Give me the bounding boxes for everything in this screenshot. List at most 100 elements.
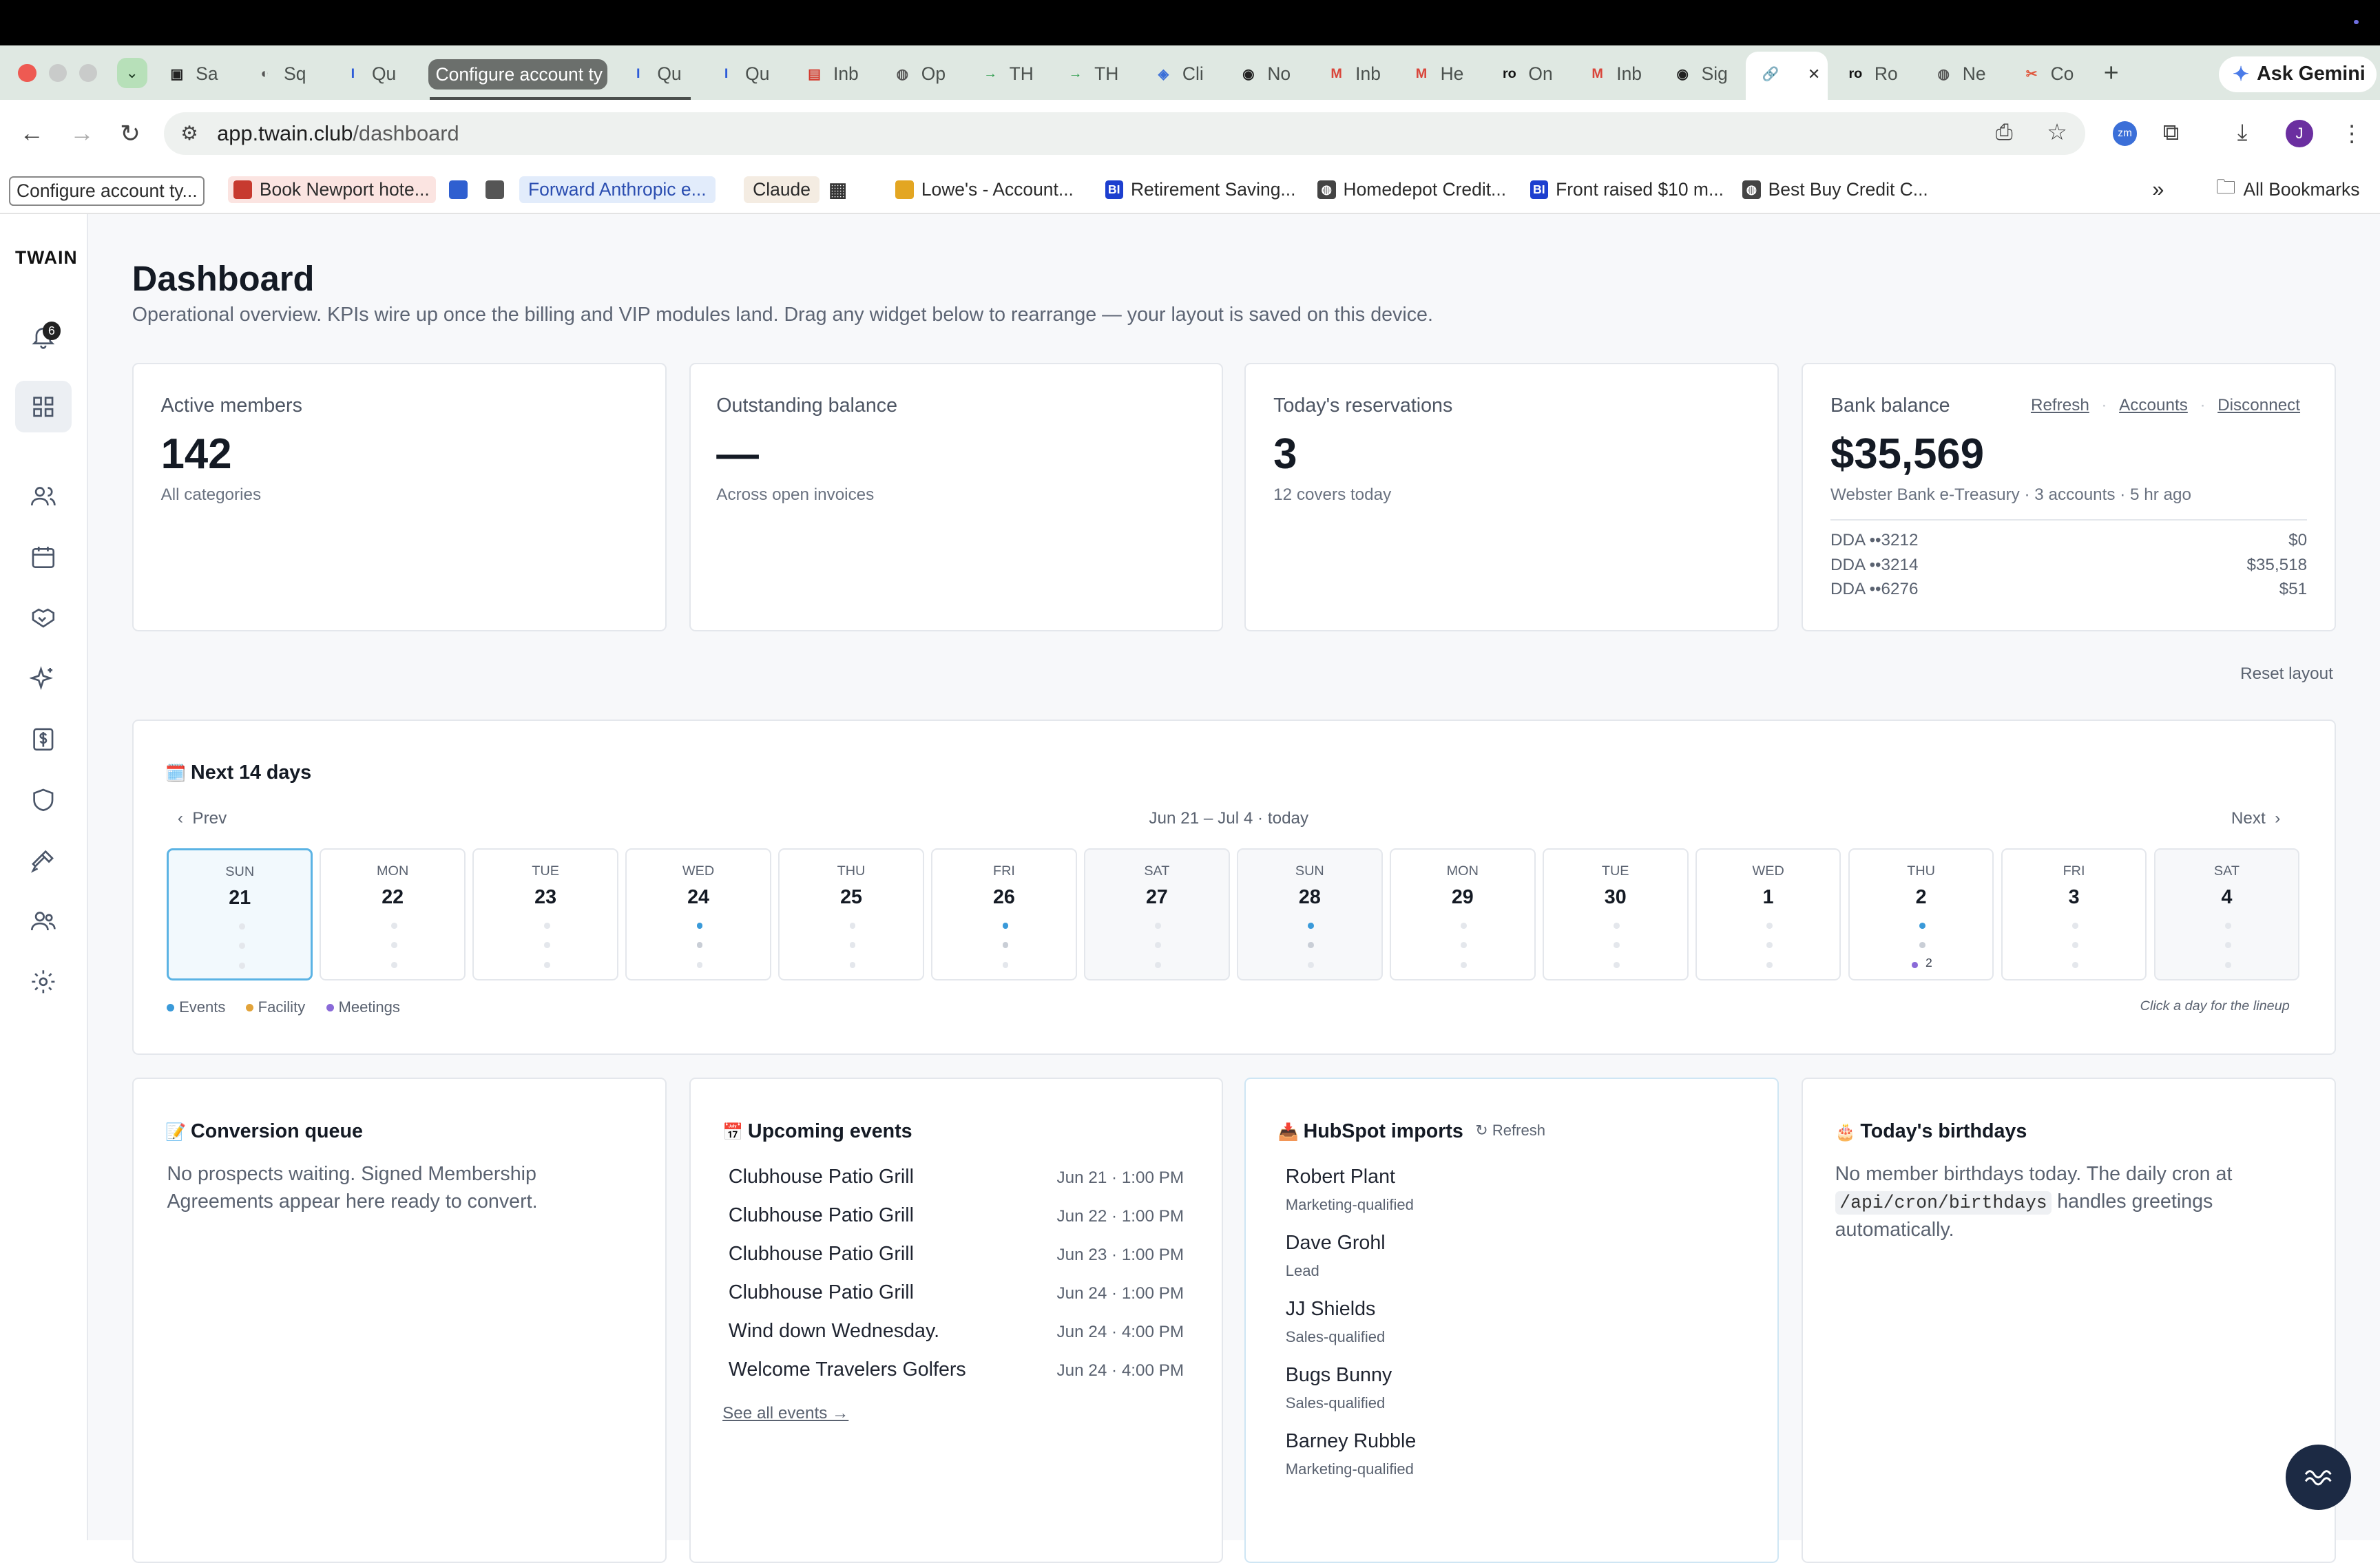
bookmarks-overflow-button[interactable]: » — [2152, 176, 2164, 204]
calendar-day[interactable]: FRI 3 — [2001, 848, 2147, 980]
close-window-button[interactable] — [18, 63, 36, 82]
conversion-queue-widget[interactable] — [132, 1077, 667, 1563]
downloads-icon[interactable]: ⤓ — [2237, 120, 2248, 146]
tab[interactable]: ✂ Co — [2022, 58, 2095, 91]
tab[interactable]: M He — [1412, 58, 1485, 91]
tab[interactable]: ▣ Sa — [167, 58, 240, 91]
bookmark-item[interactable] — [486, 176, 511, 204]
event-row[interactable]: Clubhouse Patio Grill Jun 24 · 1:00 PM — [729, 1281, 1184, 1304]
tab[interactable]: I Qu — [716, 58, 789, 91]
close-tab-icon[interactable]: ✕ — [1808, 65, 1820, 83]
tab[interactable]: I Qu — [628, 58, 701, 91]
bookmark-item[interactable]: ▦ — [828, 176, 854, 204]
install-app-icon[interactable]: ⎙ — [1996, 120, 2013, 145]
event-row[interactable]: Wind down Wednesday. Jun 24 · 4:00 PM — [729, 1320, 1184, 1343]
tab[interactable]: → TH — [1065, 58, 1138, 91]
calendar-day[interactable]: SAT 4 — [2153, 848, 2300, 980]
bookmark-star-icon[interactable]: ☆ — [2047, 118, 2067, 146]
calendar-day[interactable]: SUN 21 — [167, 848, 313, 980]
calendar-day[interactable]: THU 25 — [778, 848, 924, 980]
tab[interactable]: ◉ No — [1238, 58, 1311, 91]
reset-layout-button[interactable]: Reset layout — [2240, 664, 2333, 684]
bookmark-item[interactable]: Lowe's - Account... — [895, 176, 1074, 204]
reload-icon[interactable]: ↻ — [120, 120, 140, 148]
calendar-day[interactable]: FRI 26 — [931, 848, 1077, 980]
calendar-day[interactable]: WED 1 — [1695, 848, 1841, 980]
app-logo[interactable]: TWAIN — [15, 247, 78, 269]
sidebar-item-settings[interactable] — [15, 956, 72, 1008]
tab[interactable]: ◈ Cli — [1154, 58, 1226, 91]
bookmark-item[interactable]: Claude — [743, 176, 820, 204]
birthdays-widget[interactable] — [1802, 1077, 2336, 1563]
tab-active[interactable]: Configure account ty — [428, 59, 607, 90]
sidebar-item-staff[interactable] — [15, 895, 72, 947]
tab[interactable]: ro On — [1500, 58, 1573, 91]
tab[interactable]: I Qu — [343, 58, 416, 91]
sidebar-item-ai[interactable] — [15, 653, 72, 704]
zoom-extension-icon[interactable]: zm — [2112, 121, 2138, 146]
calendar-day[interactable]: THU 2 2 — [1848, 848, 1994, 980]
calendar-day[interactable]: TUE 23 — [472, 848, 618, 980]
sidebar-item-dashboard[interactable] — [15, 381, 72, 433]
contact-name[interactable]: Bugs Bunny — [1286, 1364, 1392, 1387]
site-info-icon[interactable]: ⚙ — [180, 121, 198, 145]
back-icon[interactable]: ← — [20, 120, 44, 147]
calendar-day[interactable]: SAT 27 — [1084, 848, 1230, 980]
bookmark-item[interactable]: Configure account ty... — [9, 176, 205, 207]
contact-name[interactable]: Robert Plant — [1286, 1166, 1395, 1188]
contact-name[interactable]: JJ Shields — [1286, 1298, 1376, 1321]
bank-refresh-link[interactable]: Refresh — [2031, 396, 2089, 415]
notifications-button[interactable] — [15, 311, 72, 363]
contact-name[interactable]: Dave Grohl — [1286, 1232, 1386, 1255]
event-row[interactable]: Clubhouse Patio Grill Jun 22 · 1:00 PM — [729, 1204, 1184, 1227]
event-row[interactable]: Clubhouse Patio Grill Jun 21 · 1:00 PM — [729, 1166, 1184, 1188]
tab[interactable]: ro Ro — [1846, 58, 1919, 91]
tab[interactable]: ◐ Sq — [255, 58, 328, 91]
bookmark-item[interactable]: BI Retirement Saving... — [1105, 176, 1295, 204]
ask-gemini-button[interactable]: ✦ Ask Gemini — [2219, 56, 2377, 93]
contact-name[interactable]: Barney Rubble — [1286, 1430, 1416, 1453]
tab[interactable]: ◍ Ne — [1934, 58, 2007, 91]
calendar-day[interactable]: SUN 28 — [1237, 848, 1383, 980]
address-bar[interactable]: ⚙ app.twain.club/dashboard ⎙ ☆ — [164, 112, 2086, 155]
calendar-day[interactable]: MON 29 — [1389, 848, 1536, 980]
tab[interactable]: M Inb — [1587, 58, 1660, 91]
forward-icon[interactable]: → — [70, 120, 94, 147]
sidebar-item-partners[interactable] — [15, 592, 72, 644]
all-bookmarks-button[interactable]: 🗀 All Bookmarks — [2216, 176, 2360, 204]
new-tab-button[interactable]: + — [2104, 58, 2119, 87]
calendar-prev-button[interactable]: ‹ Prev — [178, 809, 227, 828]
tab[interactable]: ▤ Inb — [804, 58, 877, 91]
support-chat-button[interactable] — [2286, 1445, 2351, 1510]
browser-menu-icon[interactable]: ⋮ — [2341, 120, 2363, 147]
calendar-day[interactable]: MON 22 — [320, 848, 466, 980]
bank-disconnect-link[interactable]: Disconnect — [2217, 396, 2300, 415]
event-row[interactable]: Welcome Travelers Golfers Jun 24 · 4:00 P… — [729, 1359, 1184, 1381]
bank-accounts-link[interactable]: Accounts — [2119, 396, 2188, 415]
bookmark-item[interactable]: Forward Anthropic e... — [519, 176, 716, 204]
sidebar-item-security[interactable] — [15, 774, 72, 826]
bookmark-item[interactable]: ◍ Homedepot Credit... — [1317, 176, 1506, 204]
calendar-day[interactable]: TUE 30 — [1542, 848, 1689, 980]
tab[interactable]: ◉ Sig — [1673, 58, 1746, 91]
bookmark-item[interactable] — [449, 176, 474, 204]
bookmark-item[interactable]: BI Front raised $10 m... — [1530, 176, 1724, 204]
minimize-window-button[interactable] — [48, 63, 67, 82]
tab[interactable]: 🔗 ✕ — [1761, 58, 1828, 91]
hubspot-refresh-button[interactable]: ↻ Refresh — [1475, 1122, 1545, 1140]
bookmark-item[interactable]: Book Newport hote... — [227, 176, 436, 204]
sidebar-item-billing[interactable] — [15, 713, 72, 765]
see-all-events-link[interactable]: See all events → — [722, 1404, 848, 1423]
tab-search-button[interactable]: ⌄ — [116, 57, 147, 88]
tab[interactable]: ◍ Op — [892, 58, 965, 91]
calendar-next-button[interactable]: Next › — [2231, 809, 2280, 828]
extensions-icon[interactable]: ⧉ — [2163, 120, 2180, 146]
zoom-window-button[interactable] — [79, 63, 98, 82]
bookmark-item[interactable]: ◍ Best Buy Credit C... — [1742, 176, 1928, 204]
tab[interactable]: → TH — [981, 58, 1054, 91]
calendar-day[interactable]: WED 24 — [625, 848, 771, 980]
tab[interactable]: M Inb — [1326, 58, 1399, 91]
sidebar-item-members[interactable] — [15, 470, 72, 522]
event-row[interactable]: Clubhouse Patio Grill Jun 23 · 1:00 PM — [729, 1243, 1184, 1266]
sidebar-item-tools[interactable] — [15, 835, 72, 886]
